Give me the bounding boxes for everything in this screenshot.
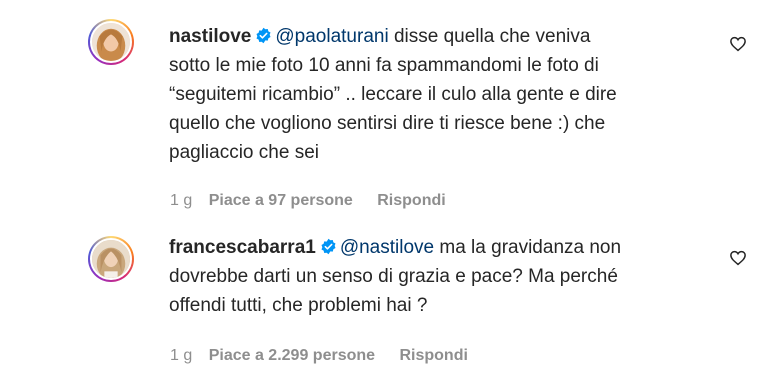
avatar-portrait xyxy=(92,240,130,278)
heart-outline-icon[interactable] xyxy=(729,35,747,53)
verified-badge-icon xyxy=(256,27,271,44)
comment-body-line: disse quella che veniva xyxy=(388,26,591,47)
avatar[interactable] xyxy=(88,19,134,65)
comment-text: nastilove @paolaturani disse quella che v… xyxy=(169,22,617,167)
comment-body-line: quello che vogliono sentirsi dire ti rie… xyxy=(169,113,606,134)
comment-username[interactable]: francescabarra1 xyxy=(169,237,316,258)
likes-count-link[interactable]: Piace a 2.299 persone xyxy=(209,347,375,365)
reply-button[interactable]: Rispondi xyxy=(377,192,445,210)
comment-body-line: offendi tutti, che problemi hai ? xyxy=(169,295,428,316)
comment-timestamp: 1 g xyxy=(170,192,193,209)
comment-body-line: sotto le mie foto 10 anni fa spammandomi… xyxy=(169,55,599,76)
comment-body-line: dovrebbe darti un senso di grazia e pace… xyxy=(169,266,618,287)
avatar-portrait xyxy=(92,23,130,61)
avatar[interactable] xyxy=(88,236,134,282)
comment-body-line: pagliaccio che sei xyxy=(169,142,319,163)
comment-text: francescabarra1 @nastilove ma la gravidan… xyxy=(169,233,621,320)
reply-button[interactable]: Rispondi xyxy=(399,347,467,365)
comment-body-line: “seguitemi ricambio” .. leccare il culo … xyxy=(169,84,617,105)
comment-mention[interactable]: @nastilove xyxy=(340,237,434,258)
comment-username[interactable]: nastilove xyxy=(169,26,251,47)
comment-mention[interactable]: @paolaturani xyxy=(275,26,388,47)
comment-body-line: ma la gravidanza non xyxy=(434,237,622,258)
comment-timestamp: 1 g xyxy=(170,347,193,364)
avatar-image xyxy=(90,238,132,280)
heart-outline-icon[interactable] xyxy=(729,249,747,267)
comment-meta: 1 g Piace a 2.299 persone Rispondi xyxy=(170,347,468,365)
comment-meta: 1 g Piace a 97 persone Rispondi xyxy=(170,192,446,210)
verified-badge-icon xyxy=(321,238,336,255)
avatar-image xyxy=(90,21,132,63)
likes-count-link[interactable]: Piace a 97 persone xyxy=(209,192,353,210)
